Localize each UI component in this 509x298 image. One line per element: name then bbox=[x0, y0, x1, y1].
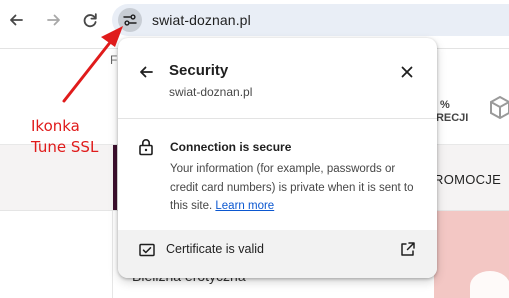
popup-close-button[interactable] bbox=[397, 62, 417, 82]
connection-description-text: Your information (for example, passwords… bbox=[170, 163, 414, 212]
connection-status-title: Connection is secure bbox=[170, 140, 292, 154]
arrow-left-icon bbox=[140, 66, 153, 78]
forward-button[interactable] bbox=[44, 10, 64, 30]
column-divider bbox=[112, 211, 113, 298]
arrow-left-icon bbox=[10, 14, 23, 26]
close-icon bbox=[401, 66, 413, 78]
promo-image-shape bbox=[470, 271, 509, 298]
url-text[interactable]: swiat-doznan.pl bbox=[152, 12, 251, 28]
lock-icon bbox=[139, 139, 153, 156]
arrow-right-icon bbox=[47, 14, 60, 26]
certificate-icon bbox=[139, 243, 155, 257]
promo-link[interactable]: ROMOCJE bbox=[434, 172, 501, 187]
package-icon bbox=[490, 95, 509, 120]
connection-description: Your information (for example, passwords… bbox=[170, 160, 420, 216]
browser-toolbar: swiat-doznan.pl bbox=[0, 0, 509, 40]
tune-icon bbox=[123, 14, 137, 26]
popup-title: Security bbox=[169, 62, 229, 79]
popup-back-button[interactable] bbox=[136, 62, 156, 82]
screenshot-stage: swiat-doznan.pl F % KRECJI ROMOCJE Bieli… bbox=[0, 0, 509, 298]
popup-divider bbox=[118, 118, 437, 119]
reload-button[interactable] bbox=[80, 10, 100, 30]
popup-site: swiat-doznan.pl bbox=[169, 85, 253, 99]
learn-more-link[interactable]: Learn more bbox=[215, 200, 274, 212]
certificate-label: Certificate is valid bbox=[166, 242, 264, 256]
back-button[interactable] bbox=[6, 10, 26, 30]
header-fragment: F bbox=[110, 53, 118, 67]
address-bar[interactable]: swiat-doznan.pl bbox=[112, 4, 509, 36]
reload-icon bbox=[83, 13, 97, 28]
site-info-button[interactable] bbox=[118, 8, 142, 32]
certificate-row[interactable]: Certificate is valid bbox=[118, 230, 437, 278]
annotation-line-2: Tune SSL bbox=[31, 138, 99, 156]
annotation-line-1: Ikonka bbox=[31, 117, 80, 135]
annotation-label: Ikonka Tune SSL bbox=[31, 116, 121, 158]
external-link-icon[interactable] bbox=[400, 241, 416, 257]
security-popup: Security swiat-doznan.pl Connection is s… bbox=[118, 38, 437, 278]
